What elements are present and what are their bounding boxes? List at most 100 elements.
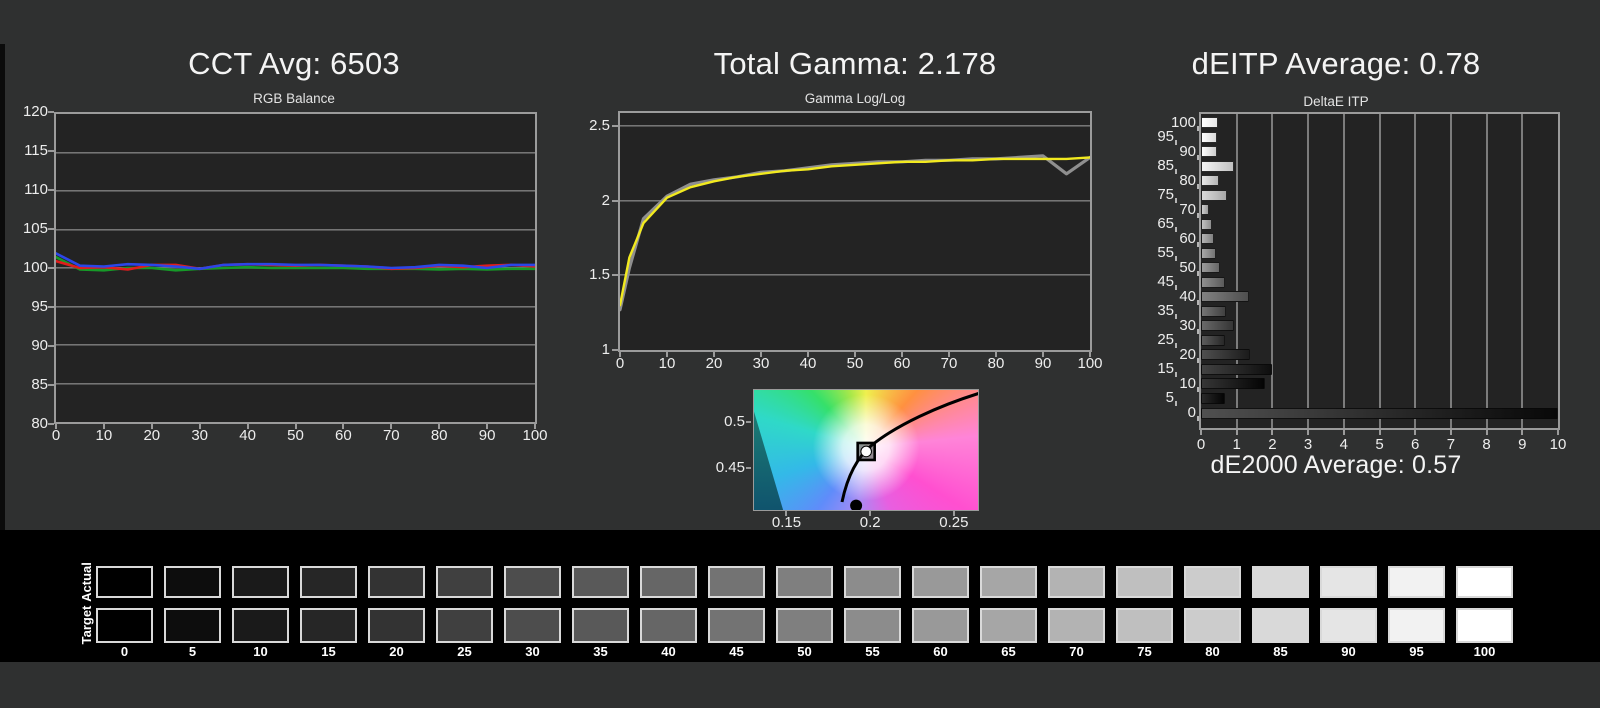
swatch-level-label-15: 15 [321, 644, 336, 659]
deitp-bar-0 [1201, 407, 1558, 419]
deitp-average-title: dEITP Average: 0.78 [1191, 46, 1481, 81]
cie-x-tick [785, 511, 788, 516]
gamma-x-tick [901, 352, 903, 357]
deitp-x-tick [1307, 430, 1310, 435]
swatch-level-label-80: 80 [1205, 644, 1220, 659]
deitp-x-tick [1200, 430, 1202, 435]
deitp-y-tick [1197, 154, 1199, 160]
rgb-x-tick-label: 50 [287, 427, 304, 444]
swatch-level-label-60: 60 [933, 644, 948, 659]
rgb-y-tick [48, 189, 54, 191]
swatch-level-label-40: 40 [661, 644, 676, 659]
rgb-plot [54, 112, 537, 424]
deitp-bar-10 [1201, 378, 1266, 390]
swatch-target-95 [1388, 608, 1445, 643]
deitp-gridline [1414, 114, 1417, 428]
rgb-y-tick-label: 100 [22, 259, 48, 276]
rgb-x-tick [198, 424, 201, 429]
cie-x-tick-label: 0.2 [859, 514, 881, 531]
rgb-x-tick [438, 424, 441, 429]
rgb-x-tick-label: 60 [335, 427, 352, 444]
rgb-y-tick [48, 345, 54, 347]
rgb-y-tick [48, 150, 54, 152]
swatch-actual-20 [368, 566, 425, 598]
gamma-x-tick [713, 352, 715, 357]
deitp-y-tick [1197, 386, 1199, 392]
cie-diagram [753, 389, 979, 511]
page: CCT Avg: 6503 RGB Balance Total Gamma: 2… [0, 0, 1600, 708]
rgb-x-tick [390, 424, 393, 429]
total-gamma-title: Total Gamma: 2.178 [713, 46, 997, 81]
deitp-x-tick-label: 1 [1232, 436, 1241, 453]
gamma-y-tick [612, 348, 618, 351]
deitp-bar-75 [1201, 189, 1227, 201]
deitp-x-tick-label: 2 [1268, 436, 1277, 453]
swatch-target-35 [572, 608, 629, 643]
swatch-level-label-90: 90 [1341, 644, 1356, 659]
deitp-bar-40 [1201, 291, 1249, 303]
deitp-y-tick [1197, 125, 1199, 131]
swatch-level-label-0: 0 [120, 644, 129, 659]
gamma-x-tick-label: 50 [846, 355, 864, 372]
swatch-target-100 [1456, 608, 1513, 643]
row-label-actual: Actual [79, 562, 94, 602]
cie-y-tick [746, 421, 751, 424]
cie-y-tick-label: 0.45 [715, 458, 745, 476]
gamma-x-tick [948, 352, 950, 357]
gamma-y-tick [612, 274, 618, 277]
rgb-y-tick [48, 423, 54, 425]
deitp-gridline [1485, 114, 1488, 428]
rgb-x-tick-label: 20 [143, 427, 161, 444]
swatch-actual-55 [844, 566, 901, 598]
deitp-x-tick [1414, 430, 1417, 435]
swatch-level-label-45: 45 [729, 644, 744, 659]
deitp-x-tick-label: 6 [1411, 436, 1420, 453]
deitp-bar-65 [1201, 218, 1213, 230]
swatch-actual-0 [96, 566, 153, 598]
swatch-actual-80 [1184, 566, 1241, 598]
swatch-actual-15 [300, 566, 357, 598]
gamma-x-tick [1089, 352, 1091, 357]
swatch-level-label-95: 95 [1409, 644, 1424, 659]
swatch-actual-10 [232, 566, 289, 598]
swatch-target-55 [844, 608, 901, 643]
swatch-actual-85 [1252, 566, 1309, 598]
swatch-target-90 [1320, 608, 1377, 643]
swatch-level-label-100: 100 [1473, 644, 1496, 659]
deitp-x-tick-label: 8 [1482, 436, 1491, 453]
swatch-target-20 [368, 608, 425, 643]
deitp-x-tick-label: 9 [1518, 436, 1527, 453]
deitp-x-tick-label: 10 [1549, 436, 1567, 453]
cie-x-tick [869, 511, 872, 516]
deitp-y-tick [1197, 241, 1199, 247]
swatch-level-label-55: 55 [865, 644, 880, 659]
rgb-y-tick [48, 267, 54, 269]
swatch-actual-40 [640, 566, 697, 598]
deitp-gridline [1307, 114, 1310, 428]
swatch-actual-50 [776, 566, 833, 598]
rgb-y-tick-label: 90 [31, 337, 48, 354]
swatch-actual-75 [1116, 566, 1173, 598]
deitp-gridline [1378, 114, 1381, 428]
swatch-actual-25 [436, 566, 493, 598]
swatch-target-40 [640, 608, 697, 643]
rgb-y-tick-label: 115 [24, 142, 48, 159]
deitp-y-tick [1197, 270, 1199, 276]
swatch-target-45 [708, 608, 765, 643]
rgb-y-tick-label: 85 [31, 376, 48, 393]
swatch-level-label-35: 35 [593, 644, 608, 659]
rgb-y-tick [48, 111, 54, 113]
deitp-y-tick [1197, 357, 1199, 363]
swatch-level-label-25: 25 [457, 644, 472, 659]
deitp-x-tick-label: 5 [1375, 436, 1384, 453]
swatch-level-label-30: 30 [525, 644, 540, 659]
rgb-x-tick [246, 424, 249, 429]
gamma-x-tick-label: 70 [940, 355, 958, 372]
gamma-x-tick-label: 10 [658, 355, 676, 372]
deitp-x-tick-label: 4 [1339, 436, 1348, 453]
deitp-x-tick-label: 3 [1303, 436, 1313, 453]
gamma-x-tick [760, 352, 762, 357]
rgb-balance-subtitle: RGB Balance [253, 91, 335, 106]
gamma-x-tick-label: 30 [752, 355, 770, 372]
swatch-actual-70 [1048, 566, 1105, 598]
